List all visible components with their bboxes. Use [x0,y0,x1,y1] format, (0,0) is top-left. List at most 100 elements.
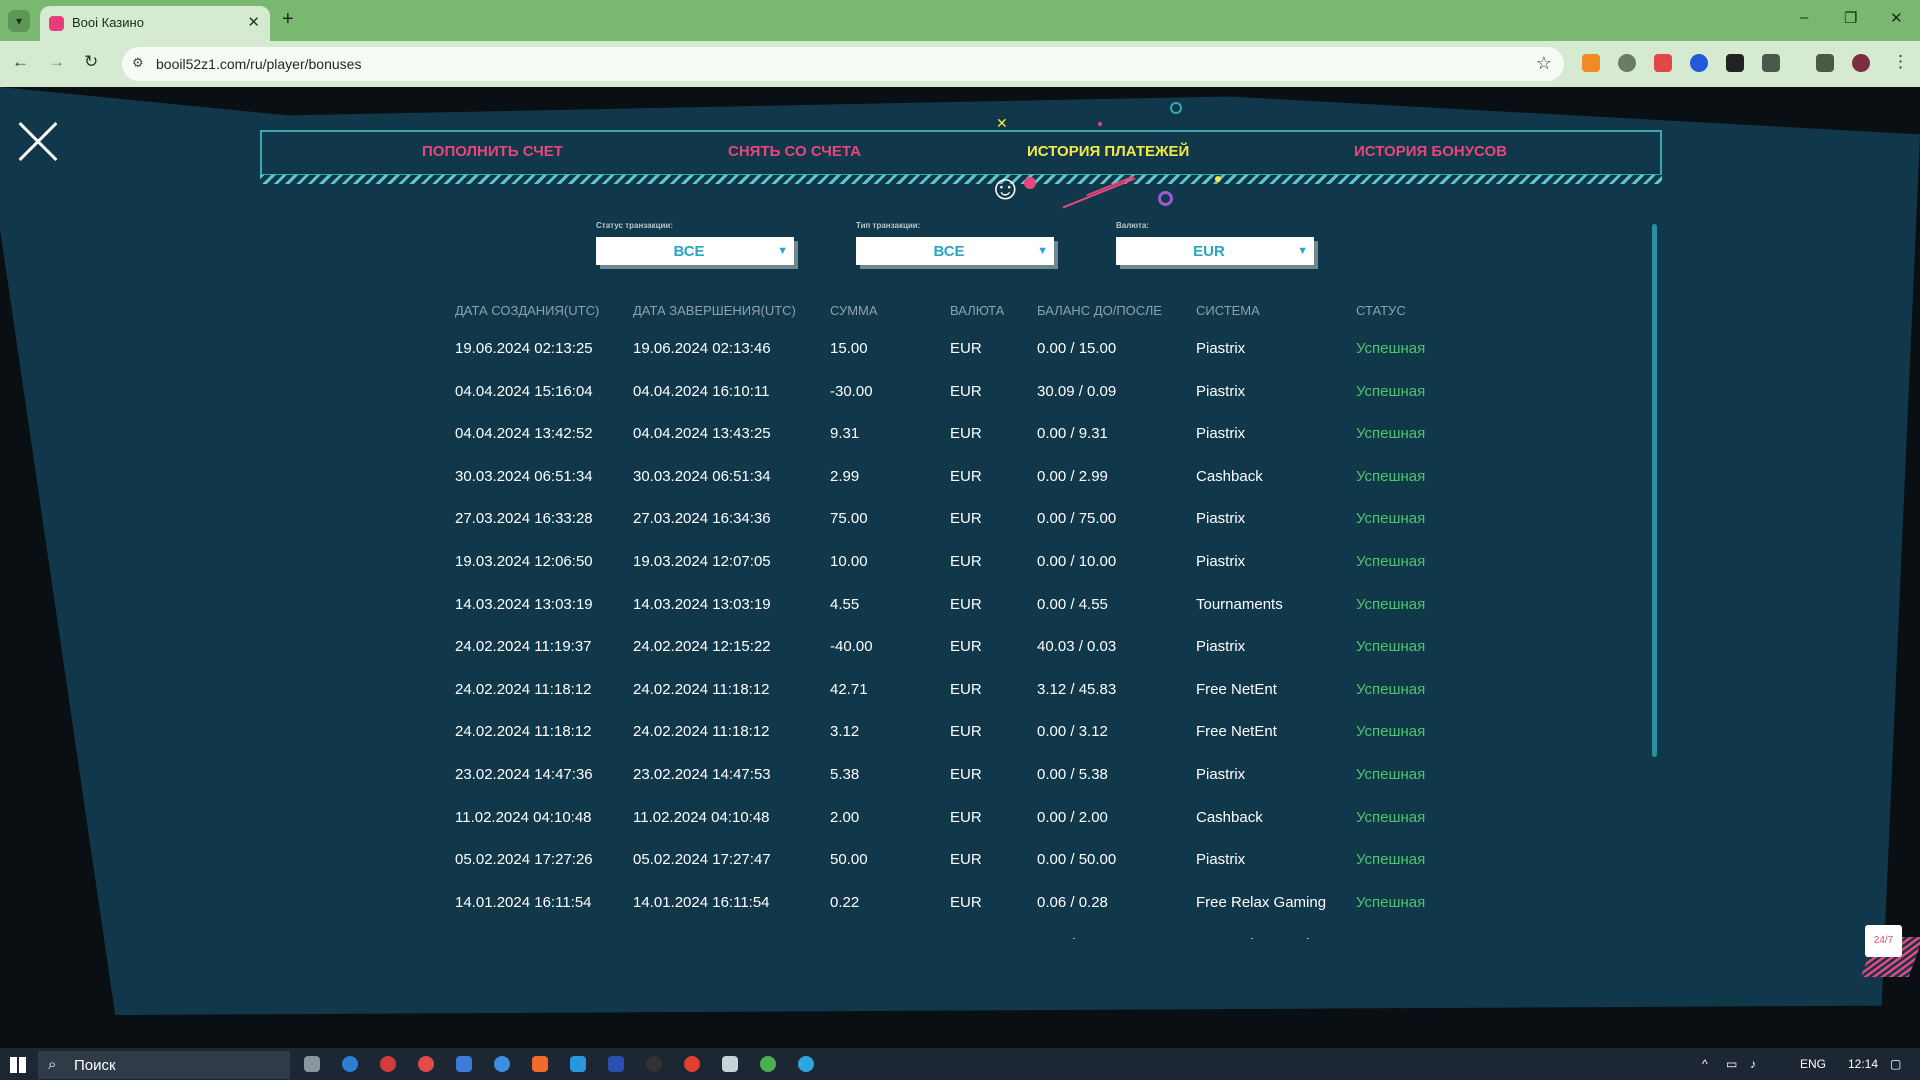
cell-completed: 19.06.2024 02:13:46 [633,340,771,357]
cell-amount: -40.00 [830,638,873,656]
search-icon: ⌕ [48,1056,57,1073]
notification-icon[interactable]: ▢ [1890,1057,1901,1071]
task-view-icon[interactable] [304,1056,320,1072]
content-scrollbar[interactable] [1652,224,1657,757]
reload-icon[interactable]: ↻ [84,52,98,72]
cell-status: Успешная [1356,638,1426,656]
site-favicon-icon [49,16,64,31]
tray-network-icon[interactable]: ▭ [1726,1057,1737,1071]
cell-completed: 04.04.2024 13:43:25 [633,425,771,443]
cell-balance: 0.00 / 5.38 [1037,766,1108,783]
app-icon[interactable] [608,1056,624,1072]
table-header: БАЛАНС ДО/ПОСЛЕ [1037,303,1162,318]
app-icon[interactable] [494,1056,510,1072]
vpn-extension-icon[interactable] [1690,54,1708,72]
profile-avatar[interactable] [1852,54,1870,72]
status-filter-select[interactable]: ВСЕ ▼ [596,237,794,265]
yandex-icon[interactable] [684,1056,700,1072]
cell-completed: 24.02.2024 12:15:22 [633,638,771,656]
currency-filter-value: EUR [1193,243,1225,260]
address-bar[interactable]: ⚙ booil52z1.com/ru/player/bonuses ☆ [122,47,1564,81]
tab-search-button[interactable]: ▾ [8,10,30,32]
tab-close-icon[interactable]: ✕ [247,13,260,31]
bookmark-star-icon[interactable]: ☆ [1536,53,1552,74]
cell-completed: 05.02.2024 17:27:47 [633,851,771,869]
status-filter-value: ВСЕ [673,243,705,260]
cell-amount: -30.00 [830,382,873,400]
cell-system: Cashback [1196,808,1263,826]
cell-status: Успешная [1356,553,1426,570]
cell-created: 19.06.2024 02:13:25 [455,340,593,357]
cell-created: 24.02.2024 11:18:12 [455,723,592,741]
app-icon[interactable] [418,1056,434,1072]
chrome-icon[interactable] [760,1056,776,1072]
table-scroll-clip [440,939,1440,953]
taskbar-search[interactable]: ⌕ Поиск [38,1051,290,1079]
cell-balance: 40.03 / 0.03 [1037,638,1117,656]
cell-system: Piastrix [1196,340,1246,357]
opera-icon[interactable] [380,1056,396,1072]
url-text[interactable]: booil52z1.com/ru/player/bonuses [156,56,361,72]
table-header: ДАТА ЗАВЕРШЕНИЯ(UTC) [633,303,796,318]
extensions-puzzle-icon[interactable] [1762,54,1780,72]
tab-deposit[interactable]: ПОПОЛНИТЬ СЧЕТ [422,143,563,160]
metamask-extension-icon[interactable] [1582,54,1600,72]
cell-balance: 0.00 / 10.00 [1037,553,1117,570]
cell-currency: EUR [950,340,982,357]
language-indicator[interactable]: ENG [1800,1057,1826,1071]
telegram-icon[interactable] [798,1056,814,1072]
confetti-ring [1158,191,1173,206]
window-close-button[interactable]: ✕ [1890,9,1903,27]
tab-withdraw[interactable]: СНЯТЬ СО СЧЕТА [728,143,861,160]
cell-system: Tournaments [1196,595,1283,613]
tray-volume-icon[interactable]: ♪ [1750,1057,1756,1071]
cell-completed: 04.04.2024 16:10:11 [633,382,770,400]
confetti-dot [1098,122,1102,126]
confetti-dot [1024,177,1036,189]
cell-created: 27.03.2024 16:33:28 [455,510,593,528]
browser-tab[interactable]: Booi Казино ✕ [40,6,270,41]
cell-completed: 24.02.2024 11:18:12 [633,680,770,698]
browser-menu-icon[interactable]: ⋮ [1892,52,1909,72]
shield-extension-icon[interactable] [1618,54,1636,72]
app-icon[interactable] [722,1056,738,1072]
cell-status: Успешная [1356,425,1426,443]
media-control-icon[interactable] [1816,54,1834,72]
cell-completed: 11.02.2024 04:10:48 [633,808,770,826]
app-icon[interactable] [570,1056,586,1072]
type-filter-select[interactable]: ВСЕ ▼ [856,237,1054,265]
tab-title: Booi Казино [72,15,144,30]
tray-chevron-icon[interactable]: ^ [1702,1057,1708,1071]
tab-bonus-history[interactable]: ИСТОРИЯ БОНУСОВ [1354,143,1507,160]
cell-balance: 0.00 / 3.12 [1037,723,1108,741]
windows-taskbar: ⌕ Поиск ^ ▭ ♪ ENG 12:14 ▢ [0,1048,1920,1080]
back-icon[interactable]: ← [12,52,29,72]
brave-icon[interactable] [532,1056,548,1072]
store-icon[interactable] [456,1056,472,1072]
currency-filter-select[interactable]: EUR ▼ [1116,237,1314,265]
app-icon[interactable] [646,1056,662,1072]
table-header: СИСТЕМА [1196,303,1260,318]
windows-start-icon[interactable] [10,1057,26,1073]
site-info-icon[interactable]: ⚙ [132,55,144,71]
cell-currency: EUR [950,467,982,485]
status-filter-label: Статус транзакции: [596,221,674,230]
cell-status: Успешная [1356,680,1426,698]
adblock-extension-icon[interactable] [1726,54,1744,72]
support-chat-button[interactable]: 24/7 [1865,925,1902,957]
edge-icon[interactable] [342,1056,358,1072]
cell-currency: EUR [950,893,982,911]
minimize-button[interactable]: – [1800,9,1808,26]
cell-balance: 0.00 / 15.00 [1037,340,1117,357]
cell-status: Успешная [1356,766,1426,783]
tab-payment-history[interactable]: ИСТОРИЯ ПЛАТЕЖЕЙ [1027,143,1189,160]
close-icon[interactable] [18,122,58,162]
new-tab-button[interactable]: + [282,8,294,31]
browser-tab-bar: ▾ Booi Казино ✕ + – ❐ ✕ [0,0,1920,41]
restore-button[interactable]: ❐ [1844,9,1857,27]
forward-icon[interactable]: → [48,52,65,72]
cell-system: Piastrix [1196,851,1246,869]
cell-amount: 2.00 [830,808,860,826]
clock[interactable]: 12:14 [1848,1057,1878,1071]
camera-extension-icon[interactable] [1654,54,1672,72]
